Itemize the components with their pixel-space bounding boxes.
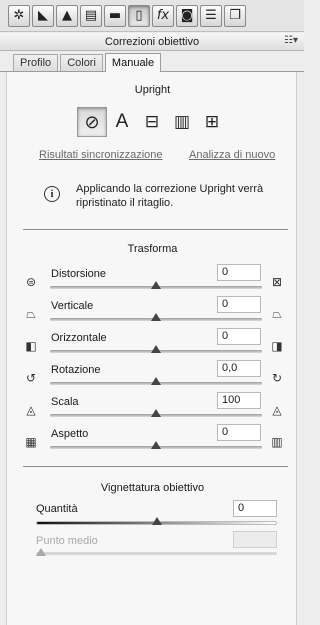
- upright-buttons: ⊘ A ⊟ ▥ ⊞: [77, 107, 227, 137]
- tab-manuale[interactable]: Manuale: [104, 53, 162, 72]
- rotation-label: Rotazione: [51, 364, 101, 376]
- distortion-label: Distorsione: [51, 268, 107, 280]
- aspect-input[interactable]: 0: [217, 424, 261, 441]
- midpoint-slider-track: [36, 552, 277, 555]
- distortion-right-icon: ⊠: [271, 275, 283, 289]
- amount-label: Quantità: [36, 503, 78, 515]
- vertical-slider-thumb[interactable]: [151, 313, 161, 321]
- info-message: Applicando la correzione Upright verrà r…: [76, 183, 264, 209]
- rotation-left-icon: ↺: [25, 371, 37, 385]
- vertical-left-icon: ⏢: [26, 307, 36, 321]
- aspect-slider-thumb[interactable]: [151, 441, 161, 449]
- hsl-icon[interactable]: ▤: [80, 4, 102, 27]
- upright-full-button[interactable]: ⊞: [197, 107, 227, 137]
- amount-slider-thumb[interactable]: [151, 517, 162, 525]
- amount-input[interactable]: 0: [233, 500, 277, 517]
- midpoint-input: [233, 531, 277, 548]
- tone-curve-icon[interactable]: ◣: [32, 4, 54, 27]
- upright-level-icon: ⊟: [144, 112, 160, 132]
- divider: [23, 466, 288, 467]
- horizontal-right-icon: ◨: [271, 339, 283, 353]
- upright-auto-button[interactable]: A: [107, 107, 137, 137]
- divider: [23, 229, 288, 230]
- panel-header: Correzioni obiettivo ☷▾: [0, 33, 304, 51]
- slider-row-aspect: ▦ Aspetto 0 ▥: [7, 424, 298, 460]
- horizontal-input[interactable]: 0: [217, 328, 261, 345]
- aspect-label: Aspetto: [51, 428, 89, 440]
- fx-icon[interactable]: fx: [152, 4, 174, 27]
- upright-level-button[interactable]: ⊟: [137, 107, 167, 137]
- vertical-label: Verticale: [51, 300, 94, 312]
- vertical-right-icon: ⏢: [272, 307, 282, 321]
- upright-vertical-button[interactable]: ▥: [167, 107, 197, 137]
- lens-corrections-icon[interactable]: ▯: [128, 4, 150, 27]
- vertical-input[interactable]: 0: [217, 296, 261, 313]
- camera-calibration-icon[interactable]: ◙: [176, 4, 198, 27]
- detail-icon[interactable]: ▲: [56, 4, 78, 27]
- upright-full-icon: ⊞: [204, 112, 220, 132]
- rotation-slider-thumb[interactable]: [151, 377, 161, 385]
- snapshots-icon[interactable]: ❐: [224, 4, 246, 27]
- presets-icon[interactable]: ☰: [200, 4, 222, 27]
- rotation-input[interactable]: 0,0: [217, 360, 261, 377]
- tab-bar: Profilo Colori Manuale: [0, 52, 304, 72]
- tab-profilo[interactable]: Profilo: [13, 54, 59, 71]
- upright-off-icon: ⊘: [84, 111, 100, 133]
- split-toning-icon[interactable]: ▬: [104, 4, 126, 27]
- reanalyze-link[interactable]: Analizza di nuovo: [189, 149, 275, 161]
- info-icon: i: [44, 186, 60, 202]
- tab-colori[interactable]: Colori: [60, 54, 103, 71]
- rotation-right-icon: ↻: [271, 371, 283, 385]
- aperture-icon[interactable]: ✲: [8, 4, 30, 27]
- upright-vertical-icon: ▥: [173, 112, 191, 132]
- distortion-left-icon: ⊜: [25, 275, 37, 289]
- scale-left-icon: ◬: [26, 403, 36, 417]
- panel-toolbar: ✲ ◣ ▲ ▤ ▬ ▯ fx ◙ ☰ ❐: [0, 0, 304, 32]
- midpoint-label: Punto medio: [36, 535, 98, 547]
- distortion-input[interactable]: 0: [217, 264, 261, 281]
- upright-off-button[interactable]: ⊘: [77, 107, 107, 137]
- distortion-slider-thumb[interactable]: [151, 281, 161, 289]
- transform-title: Trasforma: [127, 243, 178, 255]
- scale-slider-thumb[interactable]: [151, 409, 161, 417]
- horizontal-slider-thumb[interactable]: [151, 345, 161, 353]
- sync-results-link[interactable]: Risultati sincronizzazione: [39, 149, 163, 161]
- manual-panel: Upright ⊘ A ⊟ ▥ ⊞ Risultati sincronizzaz…: [6, 72, 297, 625]
- horizontal-left-icon: ◧: [25, 339, 37, 353]
- midpoint-slider-thumb: [36, 548, 46, 556]
- panel-menu-icon[interactable]: ☷▾: [284, 35, 298, 46]
- upright-auto-icon: A: [115, 111, 129, 132]
- horizontal-label: Orizzontale: [51, 332, 107, 344]
- scale-input[interactable]: 100: [217, 392, 261, 409]
- aspect-right-icon: ▥: [271, 435, 283, 449]
- scale-label: Scala: [51, 396, 79, 408]
- aspect-left-icon: ▦: [25, 435, 37, 449]
- upright-title: Upright: [134, 84, 171, 96]
- scale-right-icon: ◬: [272, 403, 282, 417]
- vignetting-title: Vignettatura obiettivo: [100, 482, 205, 494]
- panel-title: Correzioni obiettivo: [104, 35, 200, 48]
